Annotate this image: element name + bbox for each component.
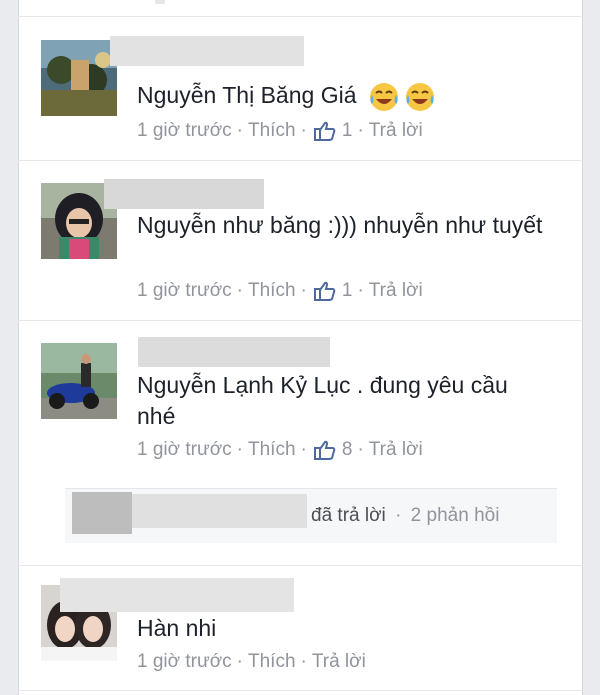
comment-text: Nguyễn Lạnh Kỷ Lục . đung yêu cầu nhé: [137, 372, 508, 429]
timestamp[interactable]: 1 giờ trước: [137, 280, 232, 302]
comment-text: Nguyễn Thị Băng Giá: [137, 80, 547, 112]
avatar-image: [41, 40, 117, 116]
comment-meta: 1 giờ trước · Thích · 8 · Trả lời: [137, 439, 423, 461]
separator: ·: [300, 439, 307, 460]
commenter-avatar[interactable]: [41, 343, 117, 419]
separator: ·: [236, 651, 243, 672]
redacted-name: [138, 337, 330, 367]
separator: ·: [357, 120, 364, 141]
redacted-name: [60, 578, 294, 612]
comment-separator: [18, 320, 581, 321]
separator: ·: [395, 505, 402, 526]
reply-link[interactable]: Trả lời: [369, 280, 423, 302]
redacted-name: [104, 179, 264, 209]
comment-meta: 1 giờ trước · Thích · 1 · Trả lời: [137, 120, 423, 142]
comment-separator: [18, 565, 581, 566]
redacted-name: [110, 36, 304, 66]
avatar-image: [41, 343, 117, 419]
comment-separator: [18, 690, 581, 691]
reply-count[interactable]: 2 phản hồi: [411, 505, 500, 526]
like-count[interactable]: 1: [342, 120, 353, 142]
like-count[interactable]: 8: [342, 439, 353, 461]
reply-avatar-redacted: [72, 492, 132, 534]
thumbs-up-icon[interactable]: [313, 120, 336, 142]
comment-text: Nguyễn như băng :))) nhuyễn như tuyết: [137, 212, 543, 238]
separator: ·: [236, 439, 243, 460]
thumbs-up-icon[interactable]: [313, 280, 336, 302]
reply-link[interactable]: Trả lời: [369, 439, 423, 461]
separator: ·: [236, 280, 243, 301]
reply-link[interactable]: Trả lời: [369, 120, 423, 142]
separator: ·: [300, 280, 307, 301]
comment-separator: [18, 16, 581, 17]
timestamp[interactable]: 1 giờ trước: [137, 120, 232, 142]
like-link[interactable]: Thích: [248, 651, 296, 673]
timestamp[interactable]: 1 giờ trước: [137, 439, 232, 461]
comment-separator: [18, 160, 581, 161]
like-link[interactable]: Thích: [248, 439, 296, 461]
comment-text: Hàn nhi: [137, 615, 217, 641]
redacted-remnant: [155, 0, 165, 4]
like-count[interactable]: 1: [342, 280, 353, 302]
separator: ·: [300, 651, 307, 672]
timestamp[interactable]: 1 giờ trước: [137, 651, 232, 673]
commenter-avatar[interactable]: [41, 40, 117, 116]
redacted-name: [132, 494, 307, 528]
thumbs-up-icon[interactable]: [313, 439, 336, 461]
separator: ·: [236, 120, 243, 141]
comment-meta: 1 giờ trước · Thích · Trả lời: [137, 651, 366, 673]
reply-link[interactable]: Trả lời: [312, 651, 366, 673]
tears-of-joy-emoji-icon: [369, 82, 398, 111]
separator: ·: [357, 280, 364, 301]
reply-summary-text[interactable]: đã trả lời · 2 phản hồi: [311, 505, 499, 527]
comment-meta: 1 giờ trước · Thích · 1 · Trả lời: [137, 280, 423, 302]
like-link[interactable]: Thích: [248, 120, 296, 142]
separator: ·: [300, 120, 307, 141]
separator: ·: [357, 439, 364, 460]
like-link[interactable]: Thích: [248, 280, 296, 302]
reply-action: đã trả lời: [311, 505, 386, 526]
tears-of-joy-emoji-icon: [405, 82, 434, 111]
